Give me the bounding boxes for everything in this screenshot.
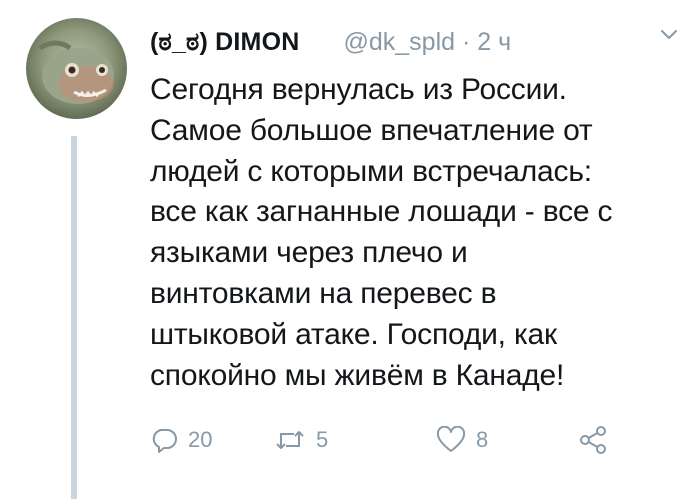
avatar[interactable] bbox=[26, 18, 127, 119]
display-name[interactable]: (ಠ_ಠ) DIMON bbox=[150, 28, 299, 57]
heart-icon bbox=[436, 426, 466, 452]
like-count: 8 bbox=[476, 427, 489, 452]
reply-button[interactable]: 20 bbox=[150, 420, 212, 460]
handle-and-time[interactable]: @dk_spld · 2 ч bbox=[343, 28, 511, 57]
retweet-button[interactable]: 5 bbox=[274, 420, 328, 460]
like-button[interactable]: 8 bbox=[436, 420, 488, 460]
tweet-actions: 20 5 8 bbox=[150, 420, 650, 460]
reply-count: 20 bbox=[188, 427, 213, 452]
reply-icon bbox=[152, 429, 177, 453]
tweet-text: Сегодня вернулась из России. Самое больш… bbox=[150, 73, 613, 392]
share-button[interactable] bbox=[578, 420, 608, 460]
share-icon bbox=[580, 426, 606, 454]
retweet-icon bbox=[276, 431, 304, 449]
piranha-avatar bbox=[38, 40, 114, 104]
tweet-header: (ಠ_ಠ) DIMON @dk_spld · 2 ч bbox=[150, 20, 680, 64]
chevron-down-icon[interactable] bbox=[660, 28, 678, 42]
retweet-count: 5 bbox=[316, 427, 329, 452]
thread-line bbox=[71, 136, 77, 499]
